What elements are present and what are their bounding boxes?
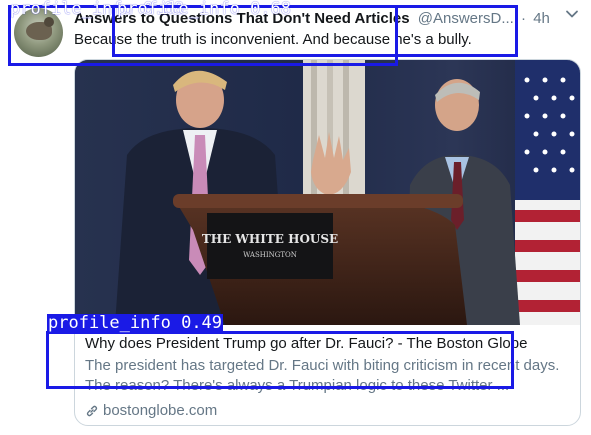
detection-label-1-text: profile_info [10,0,133,19]
card-image-illustration: THE WHITE HOUSE WASHINGTON [75,60,580,325]
detection-label-3-text: profile_info [48,313,171,333]
podium-sign-line2: WASHINGTON [243,251,297,259]
link-card[interactable]: THE WHITE HOUSE WASHINGTON Why does Pres… [74,59,581,426]
chevron-down-icon[interactable] [563,7,581,25]
author-handle[interactable]: @AnswersD... [418,10,514,27]
detection-label-2: profile_info 0.68 [116,0,292,18]
card-description: The president has targeted Dr. Fauci wit… [85,357,560,394]
card-domain-row[interactable]: bostonglobe.com [85,401,573,421]
card-body[interactable]: Why does President Trump go after Dr. Fa… [85,334,573,421]
tweet[interactable]: Answers to Questions That Don't Need Art… [0,0,591,435]
detection-label-2-spacer [240,0,250,19]
card-image[interactable]: THE WHITE HOUSE WASHINGTON [75,60,580,325]
card-title[interactable]: Why does President Trump go after Dr. Fa… [85,334,573,354]
detection-label-3-spacer [171,313,181,333]
link-icon [85,404,99,418]
detection-label-2-score: 0.68 [250,0,292,19]
podium-sign-line1: THE WHITE HOUSE [202,232,338,246]
header-separator: · [521,10,527,27]
card-domain[interactable]: bostonglobe.com [103,401,217,421]
tweet-text: Because the truth is inconvenient. And b… [74,31,472,48]
chevron-down-icon-svg [566,10,578,18]
detection-label-3-score: 0.49 [181,313,223,333]
detection-label-2-text: profile_info [117,0,240,19]
detection-label-3: profile_info 0.49 [47,313,224,333]
tweet-timestamp[interactable]: 4h [533,10,550,27]
